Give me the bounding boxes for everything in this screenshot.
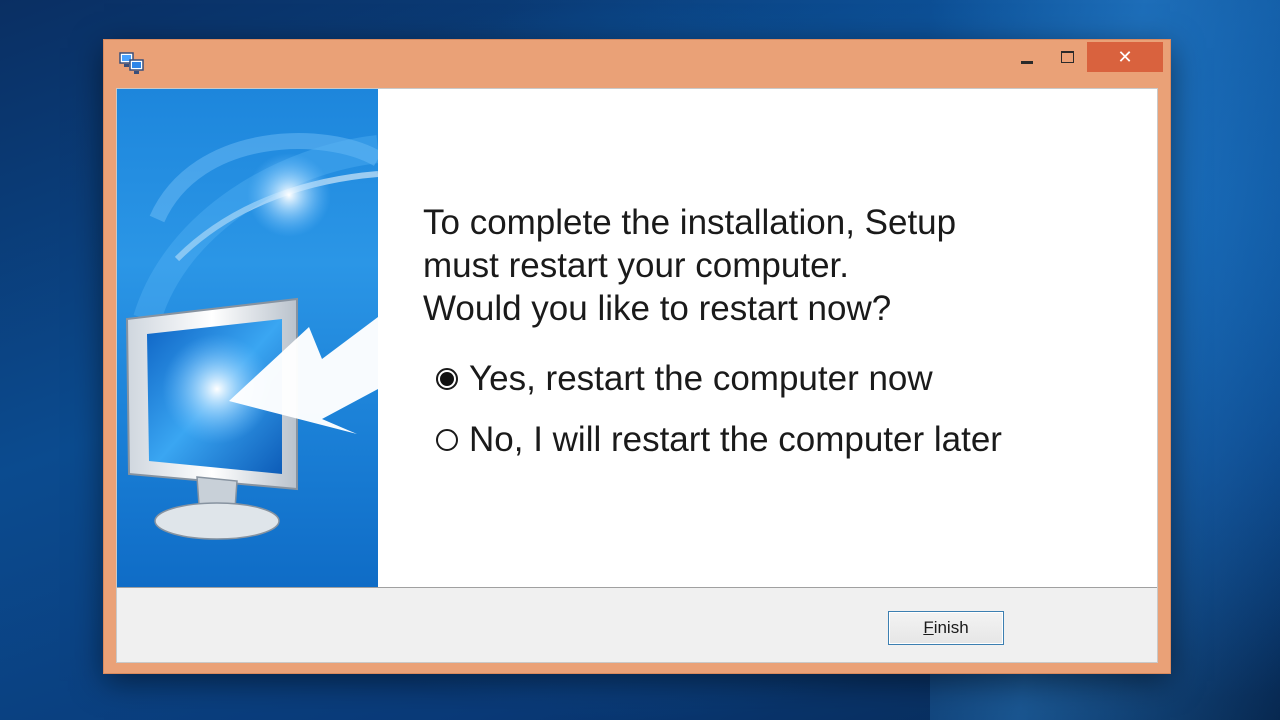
close-button[interactable]: ✕ <box>1087 42 1163 72</box>
dialog-content: To complete the installation, Setup must… <box>378 89 1157 587</box>
maximize-button[interactable] <box>1047 42 1087 72</box>
restart-later-label[interactable]: No, I will restart the computer later <box>469 420 1002 460</box>
title-bar[interactable]: ✕ <box>104 40 1170 88</box>
minimize-button[interactable] <box>1007 42 1047 72</box>
radio-button[interactable] <box>436 429 458 451</box>
restart-now-label[interactable]: Yes, restart the computer now <box>469 359 933 399</box>
restart-message: To complete the installation, Setup must… <box>423 201 1123 330</box>
restart-later-option[interactable]: No, I will restart the computer later <box>436 420 1002 460</box>
restart-now-option[interactable]: Yes, restart the computer now <box>436 359 933 399</box>
finish-label: inish <box>933 618 969 637</box>
monitor-with-arrow-illustration <box>125 133 378 540</box>
close-icon: ✕ <box>1117 46 1133 67</box>
finish-mnemonic: F <box>923 618 934 637</box>
message-line: To complete the installation, Setup <box>423 203 957 242</box>
message-line: Would you like to restart now? <box>423 289 892 328</box>
minimize-icon <box>1021 60 1033 64</box>
finish-button[interactable]: Finish <box>888 611 1004 645</box>
setup-computers-icon <box>118 50 146 76</box>
message-line: must restart your computer. <box>423 246 849 285</box>
maximize-icon <box>1060 51 1074 63</box>
setup-window: ✕ To complete the installation, Setup mu… <box>104 40 1170 673</box>
setup-banner <box>117 89 378 587</box>
button-bar: Finish <box>117 587 1157 662</box>
radio-button-selected[interactable] <box>436 368 458 390</box>
dialog-client-area: To complete the installation, Setup must… <box>116 88 1158 663</box>
